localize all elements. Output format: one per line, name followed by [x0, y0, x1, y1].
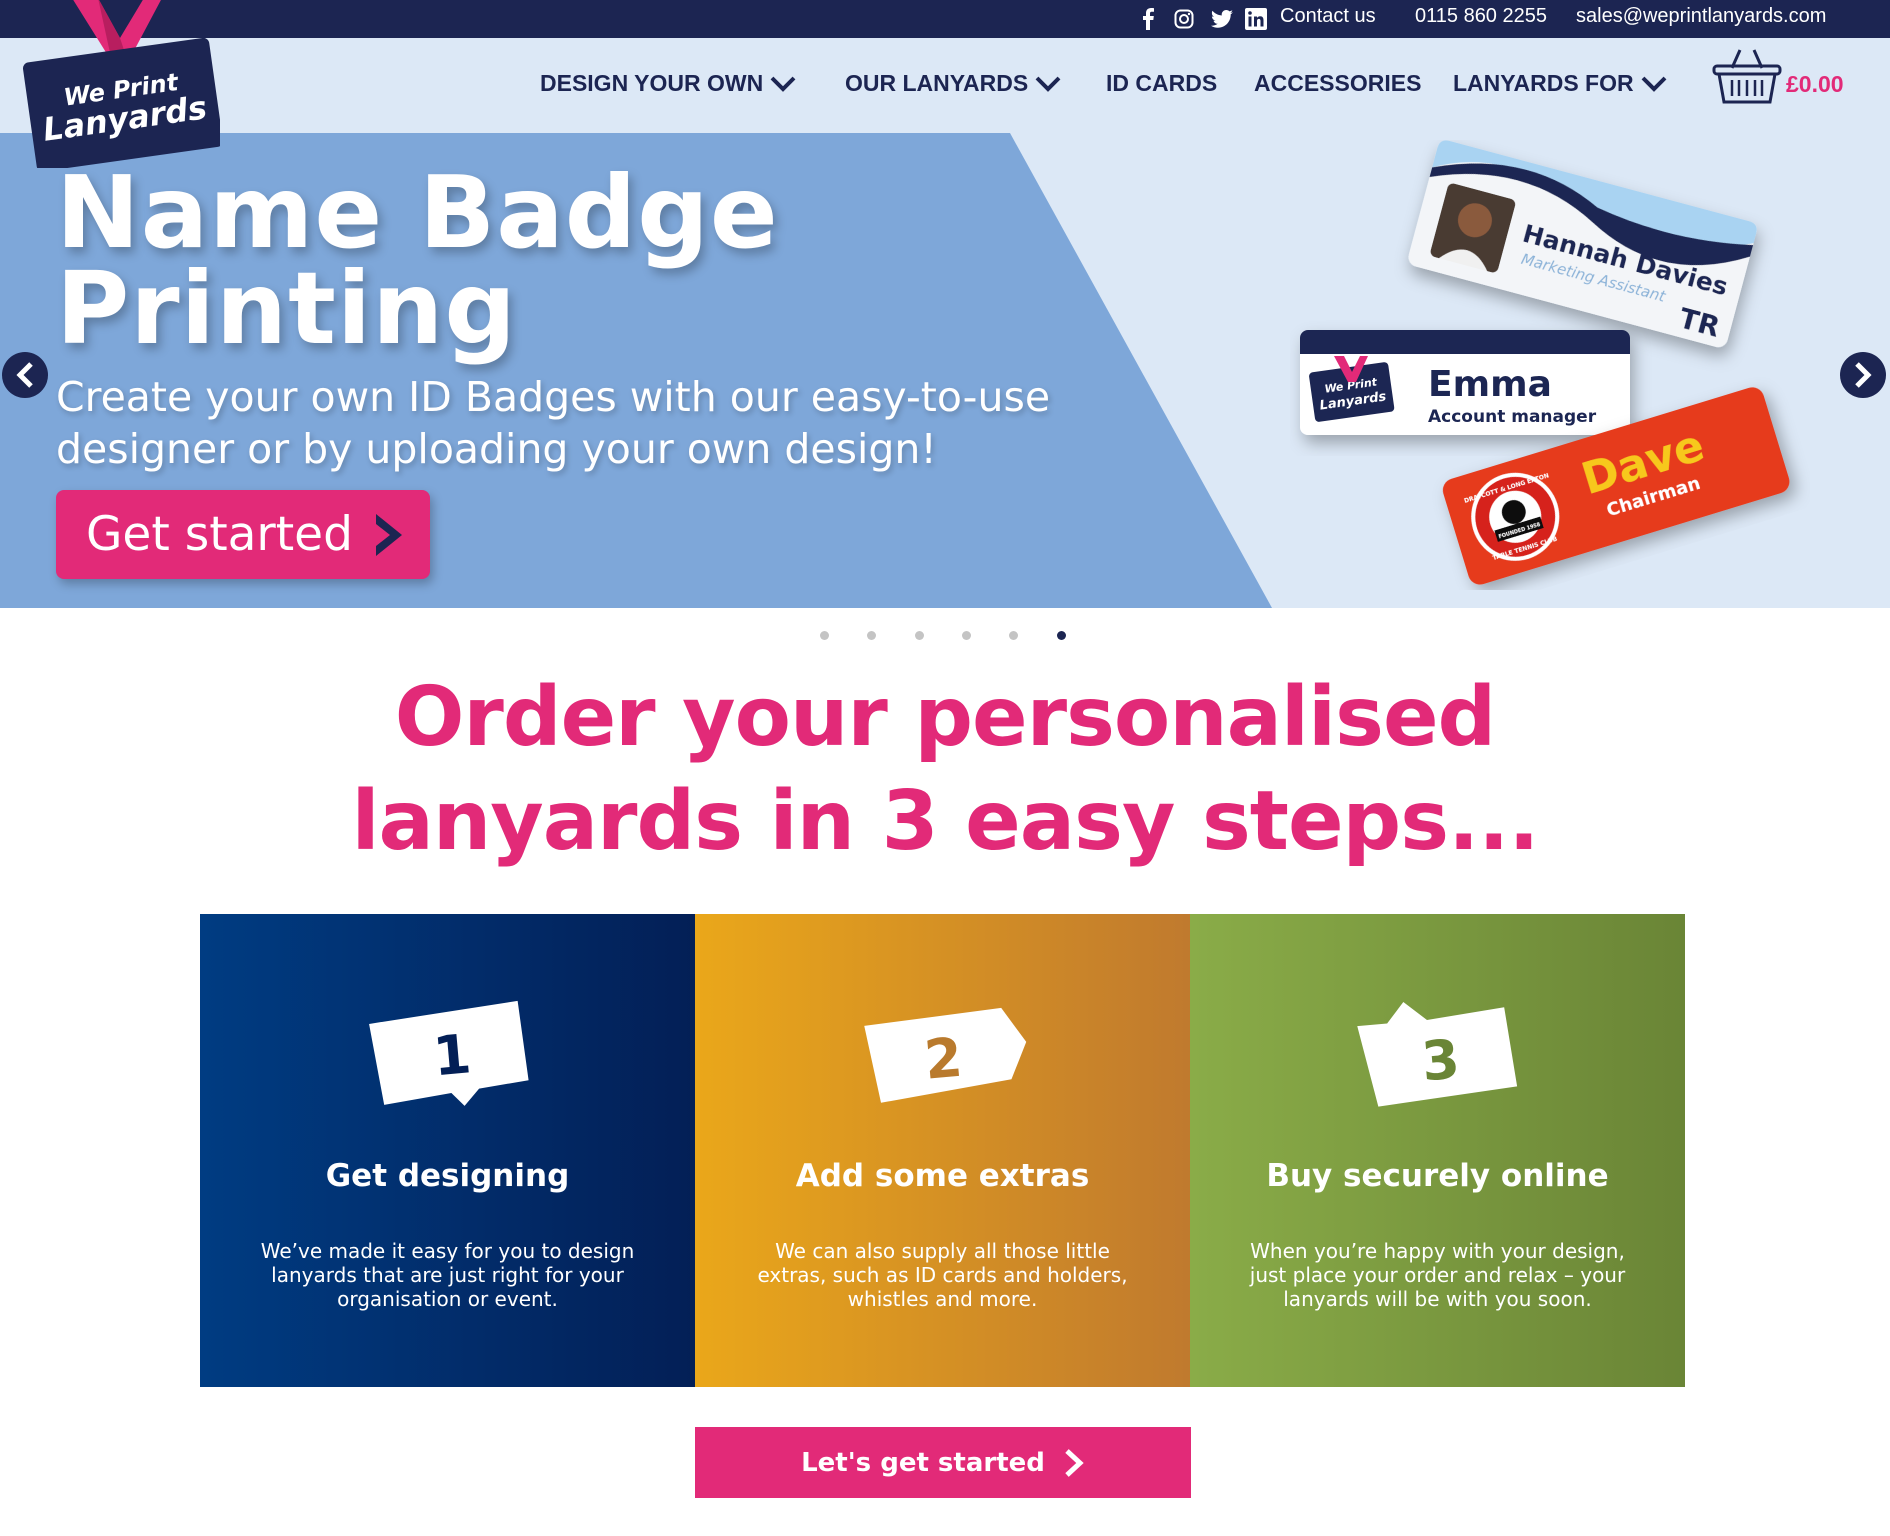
step-panel-1: 1 Get designing We’ve made it easy for y… [200, 914, 695, 1387]
hero-title-line-1: Name Badge [56, 154, 779, 271]
step-3-title: Buy securely online [1266, 1158, 1609, 1194]
cart-total[interactable]: £0.00 [1786, 71, 1844, 98]
chevron-down-icon [770, 76, 796, 92]
steps-heading: Order your personalised lanyards in 3 ea… [0, 666, 1890, 874]
badge-card-emma: We Print Lanyards Emma Account manager [1300, 330, 1630, 435]
phone-link[interactable]: 0115 860 2255 [1415, 5, 1547, 28]
nav-label: ID CARDS [1106, 70, 1218, 96]
svg-text:1: 1 [431, 1022, 474, 1088]
tab-tag-3-icon: 3 [1357, 1001, 1518, 1107]
name-badge-illustration: Hannah Davies Marketing Assistant TR We … [1300, 140, 1790, 585]
chevron-left-icon [16, 362, 33, 388]
steps-heading-line-1: Order your personalised [394, 670, 1497, 765]
nav-label: ACCESSORIES [1254, 70, 1422, 96]
get-started-button[interactable]: Get started [56, 490, 430, 579]
step-panel-3: 3 Buy securely online When you’re happy … [1190, 914, 1685, 1387]
step-panel-2: 2 Add some extras We can also supply all… [695, 914, 1190, 1387]
step-1-text: We’ve made it easy for you to design lan… [260, 1239, 635, 1311]
svg-text:3: 3 [1419, 1027, 1462, 1093]
chevron-down-icon [1641, 76, 1667, 92]
carousel-dot[interactable] [962, 631, 971, 640]
facebook-icon[interactable] [1136, 7, 1160, 31]
carousel-dots [0, 631, 1890, 645]
we-print-lanyards-logo[interactable]: We Print Lanyards [20, 0, 220, 168]
carousel-dot[interactable] [867, 631, 876, 640]
carousel-dot[interactable] [1009, 631, 1018, 640]
carousel-dot[interactable] [915, 631, 924, 640]
linkedin-icon[interactable] [1244, 7, 1268, 31]
speech-tag-1-icon: 1 [369, 1000, 529, 1106]
nav-design-your-own[interactable]: DESIGN YOUR OWN [540, 70, 797, 97]
lets-get-started-button[interactable]: Let's get started [695, 1427, 1191, 1498]
get-started-label: Get started [86, 507, 353, 562]
contact-us-link[interactable]: Contact us [1280, 5, 1376, 28]
main-header: DESIGN YOUR OWN OUR LANYARDS ID CARDS AC… [0, 38, 1890, 133]
hero-title: Name Badge Printing [56, 154, 956, 367]
steps-heading-line-2: lanyards in 3 easy steps... [351, 774, 1539, 869]
step-2-title: Add some extras [795, 1158, 1090, 1194]
step-2-text: We can also supply all those little extr… [757, 1239, 1128, 1311]
nav-label: DESIGN YOUR OWN [540, 70, 764, 96]
lets-get-started-label: Let's get started [801, 1447, 1045, 1478]
nav-label: LANYARDS FOR [1453, 70, 1634, 96]
carousel-dot-active[interactable] [1057, 631, 1066, 640]
chevron-down-icon [1035, 76, 1061, 92]
nav-label: OUR LANYARDS [845, 70, 1029, 96]
carousel-prev-button[interactable] [2, 352, 48, 398]
twitter-icon[interactable] [1210, 7, 1234, 31]
svg-text:2: 2 [922, 1026, 965, 1092]
hero-title-line-2: Printing [56, 250, 517, 367]
instagram-icon[interactable] [1172, 7, 1196, 31]
top-utility-bar: Contact us 0115 860 2255 sales@weprintla… [0, 0, 1890, 38]
steps-panels: 1 Get designing We’ve made it easy for y… [200, 914, 1686, 1387]
basket-icon[interactable] [1712, 46, 1782, 106]
carousel-next-button[interactable] [1840, 352, 1886, 398]
nav-id-cards[interactable]: ID CARDS [1106, 70, 1217, 97]
badge-card-hannah: Hannah Davies Marketing Assistant TR [1408, 140, 1757, 348]
svg-text:Account manager: Account manager [1428, 407, 1597, 427]
hero-subtitle: Create your own ID Badges with our easy-… [56, 373, 1051, 473]
carousel-dot[interactable] [820, 631, 829, 640]
chevron-right-icon [1855, 362, 1872, 388]
email-link[interactable]: sales@weprintlanyards.com [1576, 5, 1826, 28]
nav-lanyards-for[interactable]: LANYARDS FOR [1453, 70, 1668, 97]
step-3-text: When you’re happy with your design, just… [1249, 1239, 1626, 1311]
svg-text:Emma: Emma [1428, 364, 1552, 405]
nav-our-lanyards[interactable]: OUR LANYARDS [845, 70, 1062, 97]
chevron-right-icon [376, 514, 402, 556]
arrow-tag-2-icon: 2 [864, 1007, 1027, 1103]
step-1-title: Get designing [325, 1158, 570, 1194]
nav-accessories[interactable]: ACCESSORIES [1254, 70, 1421, 97]
chevron-right-icon [1065, 1448, 1084, 1477]
